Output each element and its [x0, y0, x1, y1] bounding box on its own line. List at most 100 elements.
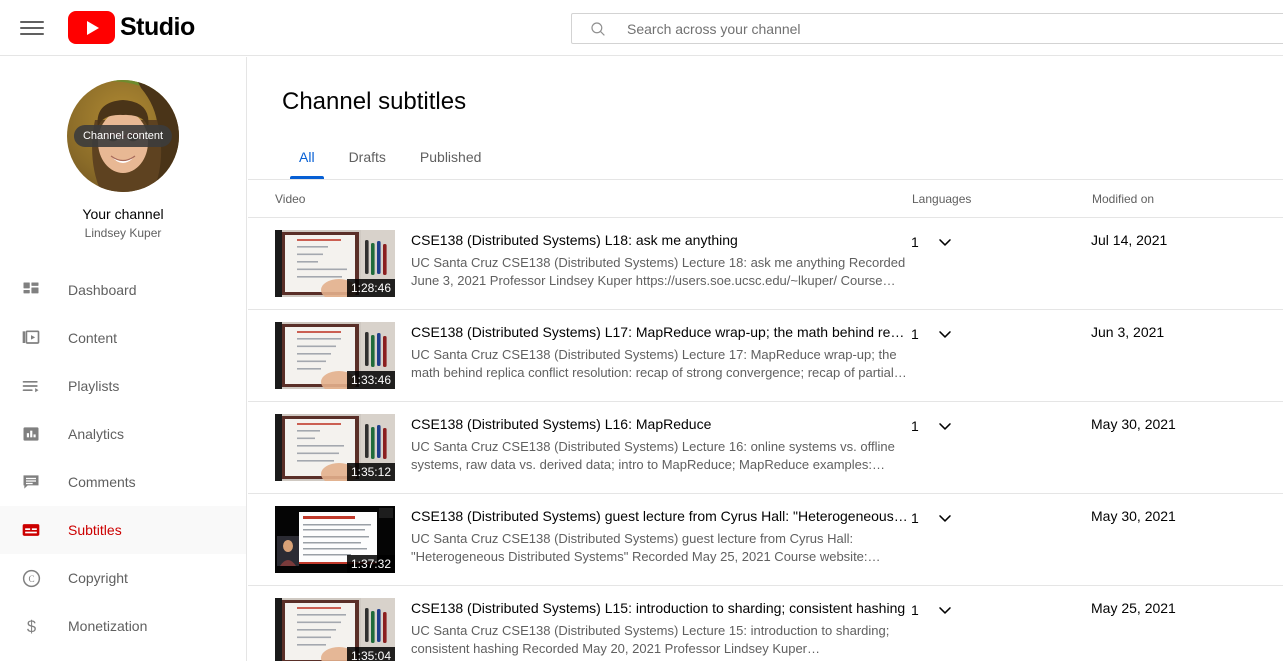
- table-header: Video Languages Modified on: [248, 180, 1283, 218]
- subtitles-icon: [19, 518, 43, 542]
- video-description: UC Santa Cruz CSE138 (Distributed System…: [411, 439, 895, 472]
- sidebar-item-analytics[interactable]: Analytics: [0, 410, 246, 458]
- languages-cell: 1: [911, 506, 1091, 528]
- studio-logo[interactable]: Studio: [68, 11, 195, 44]
- column-header-languages: Languages: [912, 191, 972, 206]
- video-title: CSE138 (Distributed Systems) L18: ask me…: [411, 232, 738, 248]
- search-bar[interactable]: [571, 13, 1283, 44]
- languages-cell: 1: [911, 322, 1091, 344]
- sidebar-item-content[interactable]: Content: [0, 314, 246, 362]
- sidebar-item-copyright[interactable]: C Copyright: [0, 554, 246, 602]
- monetization-icon: $: [19, 614, 43, 638]
- your-channel-label: Your channel: [82, 206, 164, 222]
- languages-count: 1: [911, 326, 919, 342]
- sidebar: Channel content Your channel Lindsey Kup…: [0, 57, 247, 661]
- video-duration: 1:33:46: [346, 371, 395, 389]
- video-title: CSE138 (Distributed Systems) L15: introd…: [411, 600, 906, 616]
- modified-date: Jul 14, 2021: [1091, 232, 1168, 248]
- video-info: CSE138 (Distributed Systems) L15: introd…: [411, 598, 911, 658]
- languages-count: 1: [911, 602, 919, 618]
- chevron-down-icon[interactable]: [935, 416, 955, 436]
- main-content: Channel subtitles All Drafts Published V…: [248, 57, 1283, 661]
- video-description: UC Santa Cruz CSE138 (Distributed System…: [411, 255, 906, 288]
- playlists-icon: [19, 374, 43, 398]
- svg-text:$: $: [26, 617, 35, 636]
- search-icon: [591, 21, 605, 36]
- page-title: Channel subtitles: [282, 88, 467, 115]
- chevron-down-icon[interactable]: [935, 232, 955, 252]
- svg-text:C: C: [28, 574, 34, 584]
- chevron-down-icon[interactable]: [935, 324, 955, 344]
- video-duration: 1:35:04: [346, 647, 395, 661]
- video-info: CSE138 (Distributed Systems) L17: MapRed…: [411, 322, 911, 382]
- video-thumbnail[interactable]: 1:35:12: [275, 414, 395, 481]
- search-input[interactable]: [627, 20, 1283, 37]
- content-icon: [19, 326, 43, 350]
- sidebar-item-label: Monetization: [68, 618, 148, 634]
- brand-word: Studio: [120, 13, 195, 41]
- video-info: CSE138 (Distributed Systems) L18: ask me…: [411, 230, 911, 290]
- subtitles-table: 1:28:46 CSE138 (Distributed Systems) L18…: [248, 218, 1283, 661]
- sidebar-item-monetization[interactable]: $ Monetization: [0, 602, 246, 650]
- video-title: CSE138 (Distributed Systems) guest lectu…: [411, 508, 911, 524]
- sidebar-item-label: Playlists: [68, 378, 120, 394]
- video-thumbnail[interactable]: 1:28:46: [275, 230, 395, 297]
- dashboard-icon: [19, 278, 43, 302]
- column-header-modified: Modified on: [1092, 191, 1155, 206]
- chevron-down-icon[interactable]: [935, 508, 955, 528]
- modified-date: May 30, 2021: [1091, 416, 1176, 432]
- sidebar-item-dashboard[interactable]: Dashboard: [0, 266, 246, 314]
- sidebar-item-label: Comments: [68, 474, 136, 490]
- avatar-tooltip: Channel content: [73, 125, 173, 147]
- video-description: UC Santa Cruz CSE138 (Distributed System…: [411, 347, 897, 380]
- sidebar-item-label: Content: [68, 330, 118, 346]
- hamburger-icon[interactable]: [20, 16, 44, 40]
- tab-drafts[interactable]: Drafts: [332, 135, 403, 179]
- languages-count: 1: [911, 510, 919, 526]
- video-info: CSE138 (Distributed Systems) guest lectu…: [411, 506, 911, 566]
- sidebar-item-label: Copyright: [68, 570, 128, 586]
- top-bar: Studio: [0, 0, 1283, 56]
- comments-icon: [19, 470, 43, 494]
- column-header-video: Video: [275, 191, 306, 206]
- table-row[interactable]: 1:33:46 CSE138 (Distributed Systems) L17…: [248, 310, 1283, 402]
- video-thumbnail[interactable]: 1:37:32: [275, 506, 395, 573]
- video-thumbnail[interactable]: 1:33:46: [275, 322, 395, 389]
- chevron-down-icon[interactable]: [935, 600, 955, 620]
- sidebar-item-playlists[interactable]: Playlists: [0, 362, 246, 410]
- video-duration: 1:35:12: [346, 463, 395, 481]
- table-row[interactable]: 1:35:04 CSE138 (Distributed Systems) L15…: [248, 586, 1283, 661]
- languages-count: 1: [911, 234, 919, 250]
- avatar[interactable]: Channel content: [67, 80, 179, 192]
- analytics-icon: [19, 422, 43, 446]
- video-title: CSE138 (Distributed Systems) L17: MapRed…: [411, 324, 911, 340]
- modified-date: Jun 3, 2021: [1091, 324, 1165, 340]
- modified-date: May 30, 2021: [1091, 508, 1176, 524]
- sidebar-nav: Dashboard Content Playlists Analytics Co…: [0, 266, 246, 650]
- youtube-logo-icon: [68, 11, 115, 44]
- table-row[interactable]: 1:28:46 CSE138 (Distributed Systems) L18…: [248, 218, 1283, 310]
- video-duration: 1:37:32: [346, 555, 395, 573]
- video-description: UC Santa Cruz CSE138 (Distributed System…: [411, 531, 881, 564]
- video-duration: 1:28:46: [346, 279, 395, 297]
- modified-date: May 25, 2021: [1091, 600, 1176, 616]
- video-description: UC Santa Cruz CSE138 (Distributed System…: [411, 623, 890, 656]
- video-thumbnail[interactable]: 1:35:04: [275, 598, 395, 661]
- video-info: CSE138 (Distributed Systems) L16: MapRed…: [411, 414, 911, 474]
- sidebar-item-label: Analytics: [68, 426, 125, 442]
- sidebar-item-comments[interactable]: Comments: [0, 458, 246, 506]
- tab-bar: All Drafts Published: [248, 135, 1283, 179]
- video-title: CSE138 (Distributed Systems) L16: MapRed…: [411, 416, 712, 432]
- table-row[interactable]: 1:37:32 CSE138 (Distributed Systems) gue…: [248, 494, 1283, 586]
- languages-cell: 1: [911, 230, 1091, 252]
- sidebar-item-subtitles[interactable]: Subtitles: [0, 506, 246, 554]
- table-row[interactable]: 1:35:12 CSE138 (Distributed Systems) L16…: [248, 402, 1283, 494]
- sidebar-item-label: Dashboard: [68, 282, 137, 298]
- tab-published[interactable]: Published: [403, 135, 499, 179]
- languages-cell: 1: [911, 598, 1091, 620]
- channel-name: Lindsey Kuper: [84, 226, 162, 240]
- tab-all[interactable]: All: [282, 135, 332, 179]
- languages-count: 1: [911, 418, 919, 434]
- channel-block: Channel content Your channel Lindsey Kup…: [0, 57, 246, 240]
- copyright-icon: C: [19, 566, 43, 590]
